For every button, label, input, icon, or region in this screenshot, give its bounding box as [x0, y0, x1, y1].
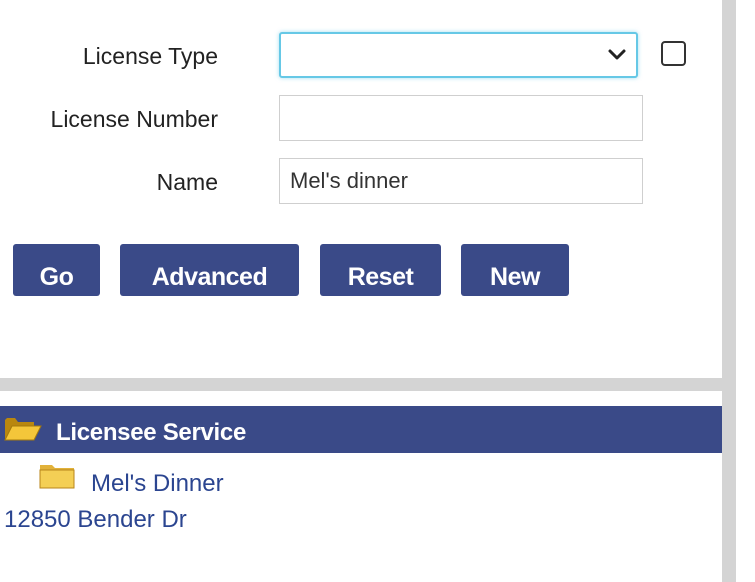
- horizontal-splitter[interactable]: [0, 378, 722, 391]
- license-type-checkbox[interactable]: [661, 41, 686, 66]
- results-header[interactable]: Licensee Service: [0, 406, 722, 453]
- name-input[interactable]: [279, 158, 643, 204]
- name-label: Name: [156, 169, 218, 195]
- right-pane: [736, 0, 755, 582]
- folder-icon[interactable]: [38, 462, 78, 490]
- new-button[interactable]: New: [461, 244, 569, 296]
- advanced-button[interactable]: Advanced: [120, 244, 299, 296]
- result-item-address[interactable]: 12850 Bender Dr: [4, 506, 187, 534]
- search-panel: License Type License Number Name Go Adva…: [0, 0, 722, 582]
- reset-button[interactable]: Reset: [320, 244, 441, 296]
- folder-open-icon: [4, 418, 42, 441]
- chevron-down-icon: [608, 49, 626, 60]
- results-header-title: Licensee Service: [56, 419, 247, 446]
- vertical-splitter[interactable]: [722, 0, 736, 582]
- license-number-label: License Number: [50, 106, 218, 132]
- license-number-input[interactable]: [279, 95, 643, 141]
- go-button[interactable]: Go: [13, 244, 100, 296]
- result-item-name[interactable]: Mel's Dinner: [91, 470, 224, 498]
- license-type-label: License Type: [82, 43, 218, 69]
- license-type-select[interactable]: [279, 32, 638, 78]
